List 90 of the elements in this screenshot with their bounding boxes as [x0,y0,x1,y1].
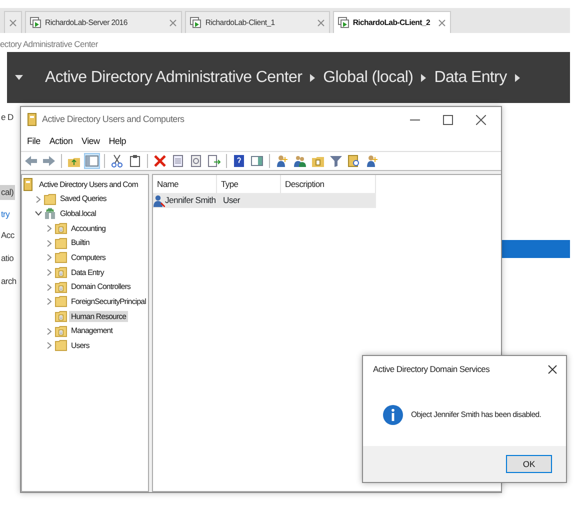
toolbar-button[interactable] [127,153,143,169]
chevron-right-icon[interactable] [46,328,52,335]
back-arrow-icon [24,154,38,168]
breadcrumb-item[interactable]: Active Directory Administrative Center [45,66,302,90]
chevron-right-icon[interactable] [46,224,52,232]
vm-screen-icon [338,17,349,28]
toolbar-button[interactable] [206,153,222,169]
nav-item[interactable]: cal) [0,185,14,200]
toolbar-button[interactable] [109,153,125,169]
table-cell-text: Jennifer Smith [165,194,217,207]
toolbar-button[interactable] [328,153,344,169]
folder-icon [55,339,67,352]
nav-item[interactable]: e D [0,110,14,125]
chevron-right-icon[interactable] [46,284,52,291]
folder-icon [55,251,67,264]
folder-icon [55,236,67,250]
menu-item[interactable]: Help [108,134,126,148]
export-icon [207,154,221,168]
server-group-icon [44,207,56,220]
directory-book-icon [27,113,37,126]
chevron-right-icon[interactable] [46,254,52,262]
console-tree-icon [85,154,99,168]
forward-arrow-icon [42,154,56,168]
view-pane-icon [250,154,264,168]
toolbar-button[interactable] [152,153,168,169]
clipboard-icon [128,154,142,168]
nav-item[interactable]: arch [0,274,18,289]
delete-icon [153,154,167,168]
scissors-icon [110,154,124,168]
refresh-icon [189,154,203,168]
dialog-title: Active Directory Domain Services [373,363,490,376]
chevron-right-icon [310,74,316,82]
page-title: ectory Administrative Center [0,38,98,51]
close-icon[interactable] [9,18,17,26]
chevron-right-icon [421,74,426,82]
new-user-icon [275,154,289,168]
chevron-right-icon[interactable] [46,268,52,276]
vm-screen-icon [190,17,202,28]
close-icon [476,114,486,124]
help-icon [232,154,246,168]
menu-item[interactable]: Action [49,134,73,148]
properties-icon [171,154,185,168]
find-icon [347,154,361,168]
browser-tab[interactable] [4,11,22,33]
info-icon [383,404,403,424]
breadcrumb-item[interactable]: Global (local) [323,66,414,90]
toolbar-button[interactable] [84,153,100,169]
window-title: Active Directory Users and Computers [42,112,186,126]
maximize-icon [443,114,453,124]
toolbar-button[interactable] [188,153,204,169]
chevron-right-icon[interactable] [46,298,52,306]
toolbar-button[interactable] [274,153,290,169]
chevron-right-icon[interactable] [46,240,52,247]
list-row[interactable]: Jennifer Smith User [153,193,376,208]
ok-button[interactable]: OK [506,455,552,473]
close-icon[interactable] [438,18,446,26]
user-icon [153,194,165,207]
menu-item[interactable]: File [27,134,40,148]
new-folder-icon [311,154,325,168]
toolbar-button[interactable] [292,153,308,169]
chevron-right-icon[interactable] [36,196,40,203]
folder-document-icon [55,324,67,338]
toolbar-button[interactable] [231,153,247,169]
nav-item[interactable]: Acc [0,228,16,243]
toolbar-button[interactable] [346,153,362,169]
chevron-down-icon[interactable] [34,211,42,216]
folder-document-icon [55,266,67,279]
new-user-icon [365,154,379,168]
menu-item[interactable]: View [82,134,100,148]
filter-icon [329,154,343,168]
folder-icon [55,295,67,308]
breadcrumb-item[interactable]: Data Entry [434,66,507,90]
toolbar-button[interactable] [170,153,186,169]
nav-item[interactable]: try [0,207,11,222]
chevron-right-icon [514,74,520,82]
close-icon[interactable] [316,18,325,26]
folder-document-icon [55,222,67,235]
close-icon[interactable] [169,18,178,26]
folder-document-icon [55,310,67,324]
nav-item[interactable]: atio [0,251,15,266]
folder-document-icon [55,280,67,294]
folder-icon [44,192,56,206]
toolbar-button[interactable] [249,153,265,169]
toolbar-button[interactable] [364,153,380,169]
new-group-icon [293,154,307,168]
vm-screen-icon [30,17,41,28]
close-icon [548,365,556,374]
table-cell: User [223,194,240,207]
dropdown-arrow-icon[interactable] [15,74,23,80]
chevron-right-icon[interactable] [46,342,52,350]
